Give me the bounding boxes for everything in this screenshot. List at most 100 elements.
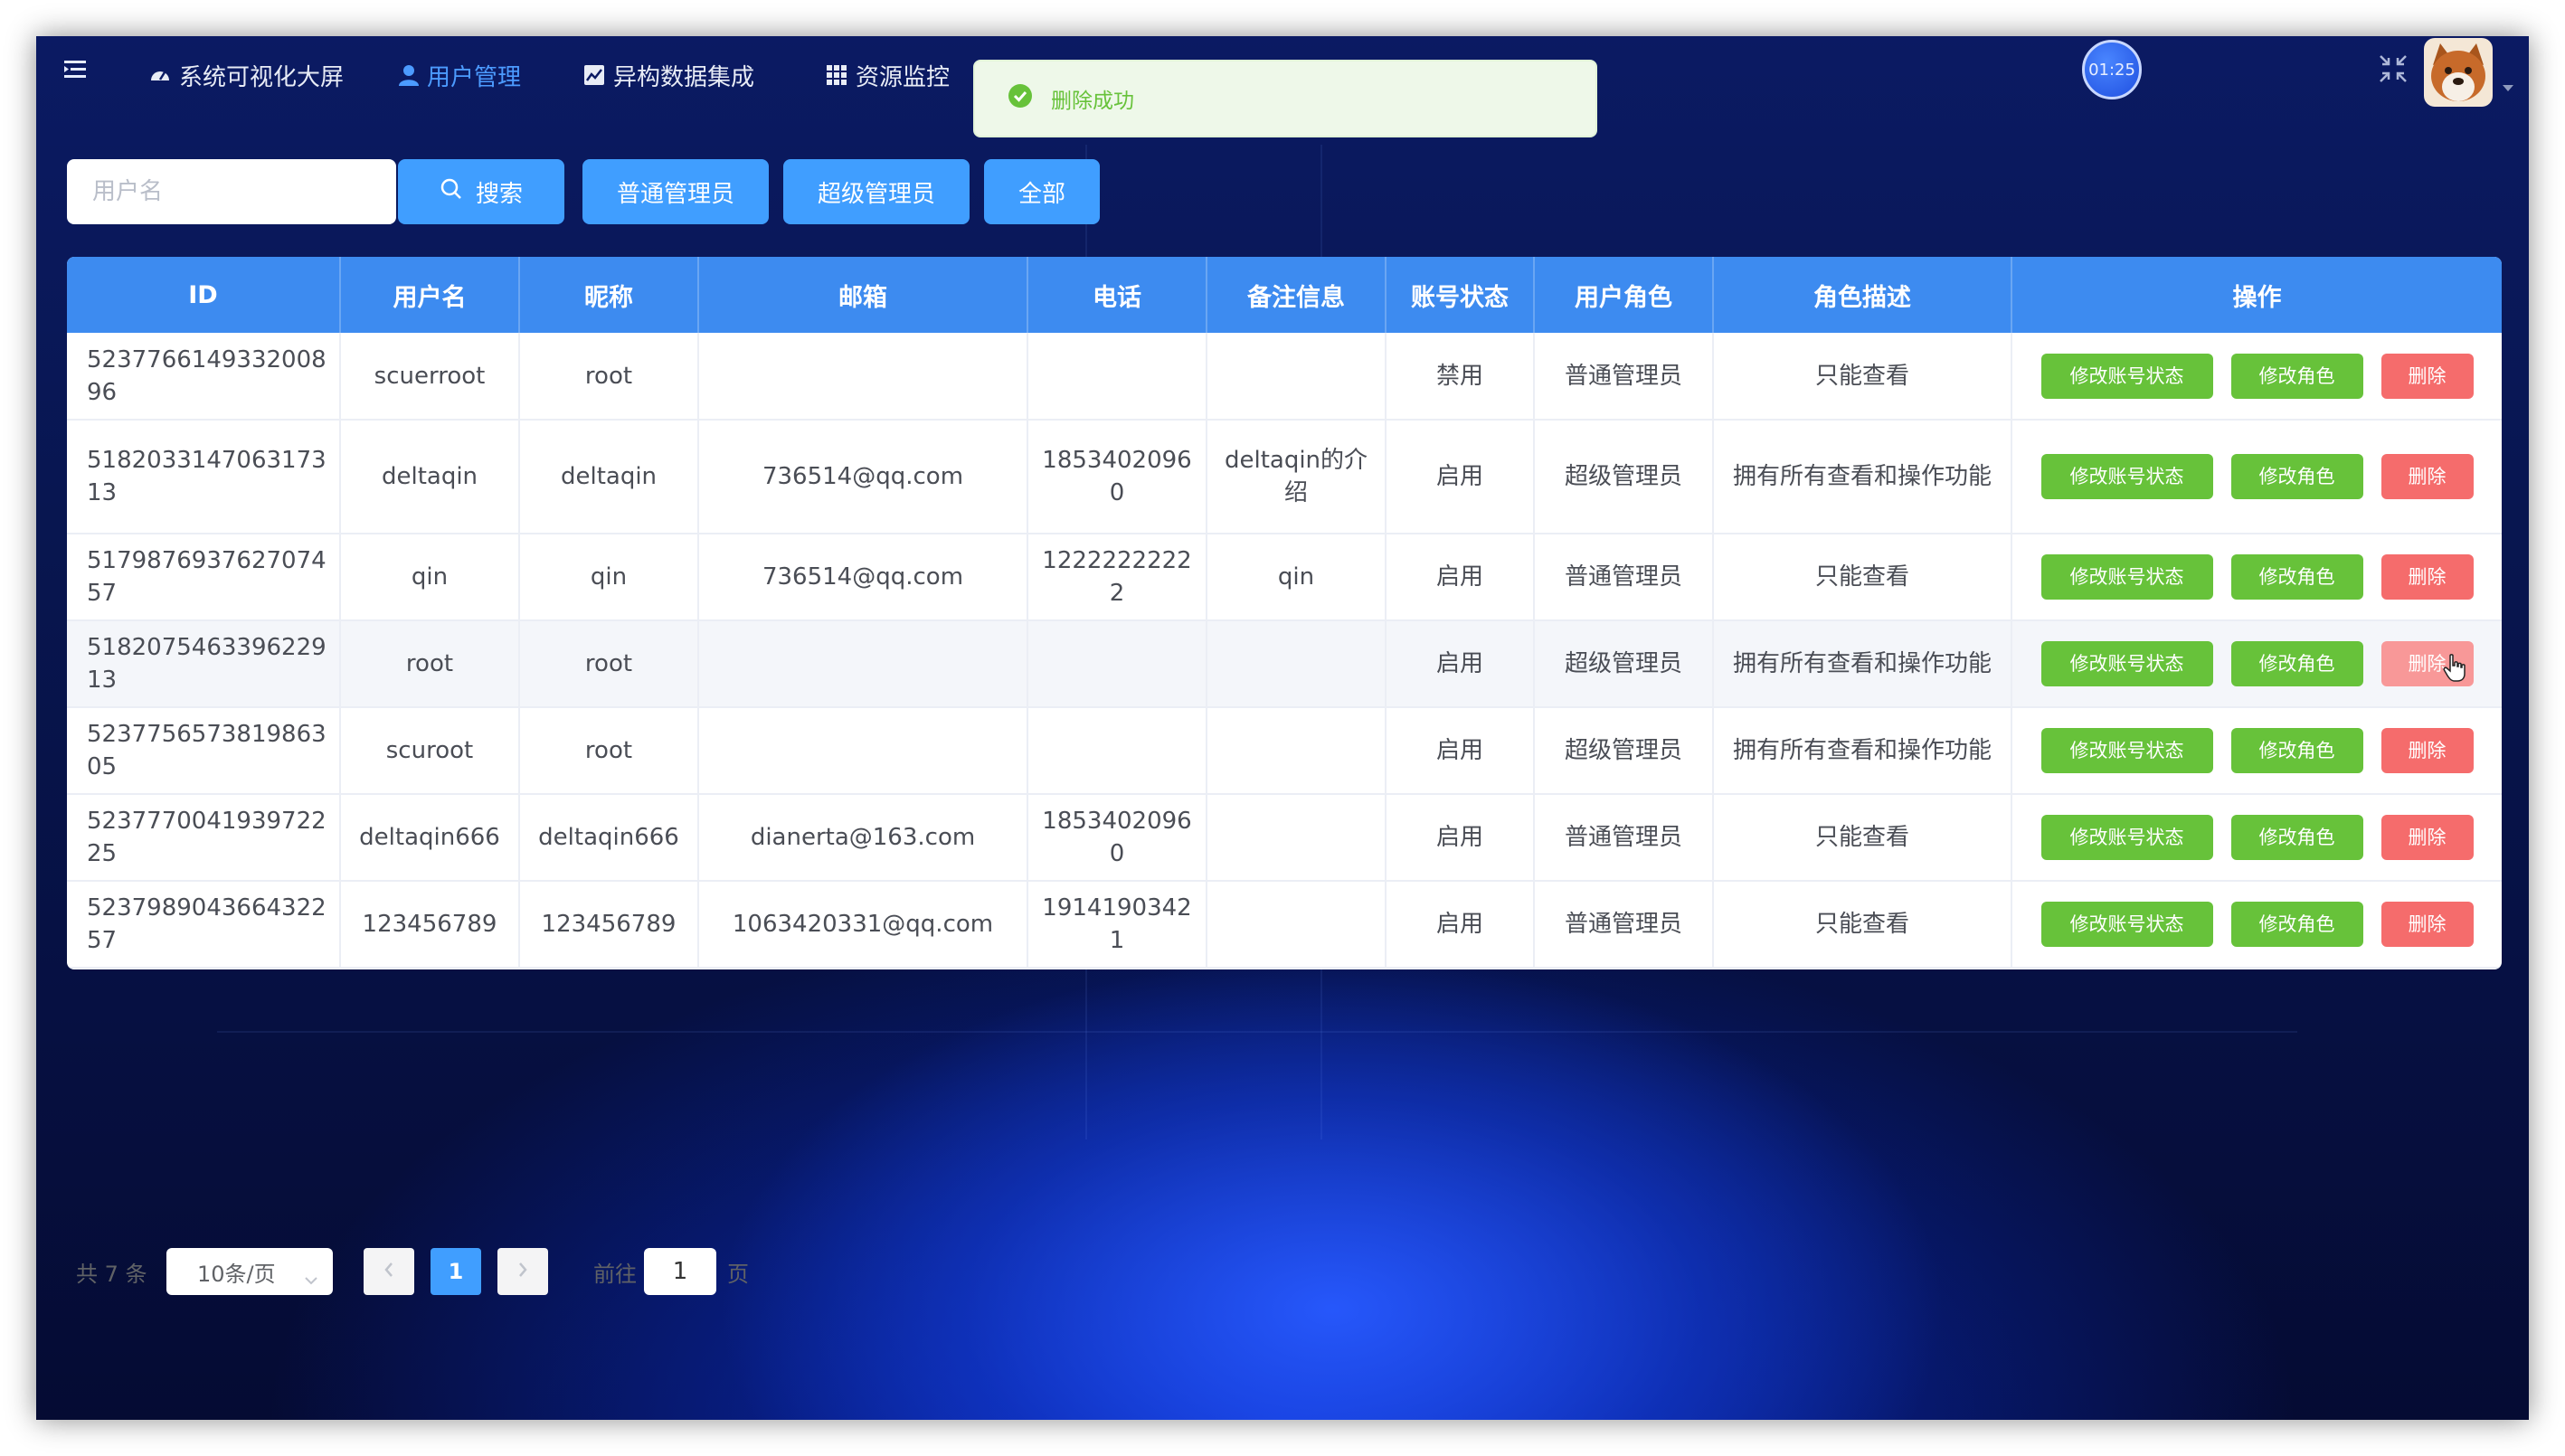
email-cell bbox=[698, 333, 1028, 421]
change-status-button[interactable]: 修改账号状态 bbox=[2040, 554, 2213, 600]
delete-button[interactable]: 删除 bbox=[2380, 902, 2474, 947]
menu-toggle-icon[interactable] bbox=[62, 56, 89, 83]
phone-cell: 19141903421 bbox=[1027, 881, 1207, 969]
delete-button[interactable]: 删除 bbox=[2380, 353, 2474, 399]
change-status-button[interactable]: 修改账号状态 bbox=[2040, 902, 2213, 947]
column-header[interactable]: 电话 bbox=[1027, 257, 1207, 333]
change-role-button[interactable]: 修改角色 bbox=[2230, 353, 2363, 399]
change-status-button[interactable]: 修改账号状态 bbox=[2040, 728, 2213, 773]
role-cell: 超级管理员 bbox=[1534, 420, 1714, 534]
table-row: 523775657381986305 scuroot root 启用 超级管理员 拥有所有… bbox=[67, 707, 2502, 795]
prev-page-button[interactable] bbox=[364, 1248, 414, 1295]
goto-page-input[interactable] bbox=[644, 1248, 716, 1295]
nav-label: 资源监控 bbox=[856, 63, 951, 91]
page-number: 1 bbox=[448, 1259, 464, 1284]
note-cell: deltaqin的介绍 bbox=[1207, 420, 1387, 534]
delete-button[interactable]: 删除 bbox=[2380, 554, 2474, 600]
table-row: 517987693762707457 qin qin 736514@qq.com 122… bbox=[67, 534, 2502, 621]
actions-cell: 修改账号状态 修改角色 删除 bbox=[2011, 794, 2502, 882]
change-status-button[interactable]: 修改账号状态 bbox=[2040, 454, 2213, 499]
dashboard-icon bbox=[148, 63, 172, 87]
column-header[interactable]: ID bbox=[67, 257, 341, 333]
nickname-cell: root bbox=[519, 707, 699, 795]
change-role-button[interactable]: 修改角色 bbox=[2230, 554, 2363, 600]
user-id-cell: 518203314706317313 bbox=[67, 420, 341, 534]
nav-item-resource-monitor[interactable]: 资源监控 bbox=[825, 58, 950, 92]
change-role-button[interactable]: 修改角色 bbox=[2230, 641, 2363, 686]
change-role-button[interactable]: 修改角色 bbox=[2230, 815, 2363, 860]
column-header[interactable]: 角色描述 bbox=[1713, 257, 2012, 333]
actions-cell: 修改账号状态 修改角色 删除 bbox=[2011, 420, 2502, 534]
search-icon bbox=[440, 177, 463, 207]
phone-cell: 12222222222 bbox=[1027, 534, 1207, 621]
user-id-cell: 523775657381986305 bbox=[67, 707, 341, 795]
delete-button[interactable]: 删除 bbox=[2380, 728, 2474, 773]
caret-down-icon[interactable] bbox=[2502, 80, 2514, 91]
page-size-select[interactable]: 10条/页 bbox=[166, 1248, 333, 1295]
email-cell: 1063420331@qq.com bbox=[698, 881, 1028, 969]
nav-item-data-integration[interactable]: 异构数据集成 bbox=[582, 58, 754, 92]
username-cell: 123456789 bbox=[340, 881, 520, 969]
actions-cell: 修改账号状态 修改角色 删除 bbox=[2011, 333, 2502, 421]
chevron-right-icon bbox=[516, 1259, 529, 1284]
page-size-value: 10条/页 bbox=[197, 1261, 276, 1287]
role-cell: 普通管理员 bbox=[1534, 881, 1714, 969]
email-cell bbox=[698, 707, 1028, 795]
note-cell bbox=[1207, 794, 1387, 882]
nav-item-dashboard[interactable]: 系统可视化大屏 bbox=[148, 58, 344, 92]
column-header[interactable]: 昵称 bbox=[519, 257, 699, 333]
column-header[interactable]: 备注信息 bbox=[1207, 257, 1387, 333]
column-header[interactable]: 账号状态 bbox=[1386, 257, 1535, 333]
actions-cell: 修改账号状态 修改角色 删除 bbox=[2011, 620, 2502, 708]
role-desc-cell: 只能查看 bbox=[1713, 881, 2012, 969]
change-role-button[interactable]: 修改角色 bbox=[2230, 728, 2363, 773]
avatar[interactable] bbox=[2424, 38, 2493, 107]
change-status-button[interactable]: 修改账号状态 bbox=[2040, 815, 2213, 860]
column-header[interactable]: 用户角色 bbox=[1534, 257, 1714, 333]
change-status-button[interactable]: 修改账号状态 bbox=[2040, 641, 2213, 686]
table-row: 518203314706317313 deltaqin deltaqin 736514… bbox=[67, 420, 2502, 534]
status-cell: 启用 bbox=[1386, 534, 1535, 621]
username-cell: deltaqin666 bbox=[340, 794, 520, 882]
phone-cell bbox=[1027, 707, 1207, 795]
email-cell: dianerta@163.com bbox=[698, 794, 1028, 882]
status-cell: 启用 bbox=[1386, 881, 1535, 969]
page-number-button[interactable]: 1 bbox=[431, 1248, 481, 1295]
column-header[interactable]: 邮箱 bbox=[698, 257, 1028, 333]
nav-item-user-management[interactable]: 用户管理 bbox=[398, 58, 521, 92]
hand-cursor-icon bbox=[2443, 654, 2466, 682]
actions-cell: 修改账号状态 修改角色 删除 bbox=[2011, 534, 2502, 621]
filter-super-admin-button[interactable]: 超级管理员 bbox=[783, 159, 970, 224]
delete-button[interactable]: 删除 bbox=[2380, 815, 2474, 860]
username-cell: deltaqin bbox=[340, 420, 520, 534]
username-search-input[interactable] bbox=[67, 159, 396, 224]
grid-icon bbox=[825, 63, 848, 87]
phone-cell bbox=[1027, 333, 1207, 421]
role-desc-cell: 拥有所有查看和操作功能 bbox=[1713, 707, 2012, 795]
filter-normal-admin-button[interactable]: 普通管理员 bbox=[582, 159, 769, 224]
change-role-button[interactable]: 修改角色 bbox=[2230, 454, 2363, 499]
next-page-button[interactable] bbox=[497, 1248, 548, 1295]
exit-fullscreen-icon[interactable] bbox=[2377, 52, 2409, 85]
user-id-cell: 517987693762707457 bbox=[67, 534, 341, 621]
delete-button[interactable]: 删除 bbox=[2380, 454, 2474, 499]
nickname-cell: 123456789 bbox=[519, 881, 699, 969]
role-desc-cell: 拥有所有查看和操作功能 bbox=[1713, 620, 2012, 708]
change-status-button[interactable]: 修改账号状态 bbox=[2040, 353, 2213, 399]
actions-cell: 修改账号状态 修改角色 删除 bbox=[2011, 707, 2502, 795]
timer-text: 01:25 bbox=[2088, 60, 2135, 80]
change-role-button[interactable]: 修改角色 bbox=[2230, 902, 2363, 947]
nav-label: 用户管理 bbox=[427, 63, 522, 91]
search-button[interactable]: 搜索 bbox=[398, 159, 564, 224]
role-desc-cell: 只能查看 bbox=[1713, 534, 2012, 621]
delete-button[interactable]: 删除 bbox=[2380, 641, 2474, 686]
phone-cell: 18534020960 bbox=[1027, 420, 1207, 534]
filter-all-button[interactable]: 全部 bbox=[984, 159, 1100, 224]
table-row: 523798904366432257 123456789 123456789 1063… bbox=[67, 881, 2502, 969]
column-header[interactable]: 用户名 bbox=[340, 257, 520, 333]
username-cell: root bbox=[340, 620, 520, 708]
column-header[interactable]: 操作 bbox=[2011, 257, 2502, 333]
username-cell: qin bbox=[340, 534, 520, 621]
filter-label: 普通管理员 bbox=[616, 180, 734, 208]
role-desc-cell: 拥有所有查看和操作功能 bbox=[1713, 420, 2012, 534]
